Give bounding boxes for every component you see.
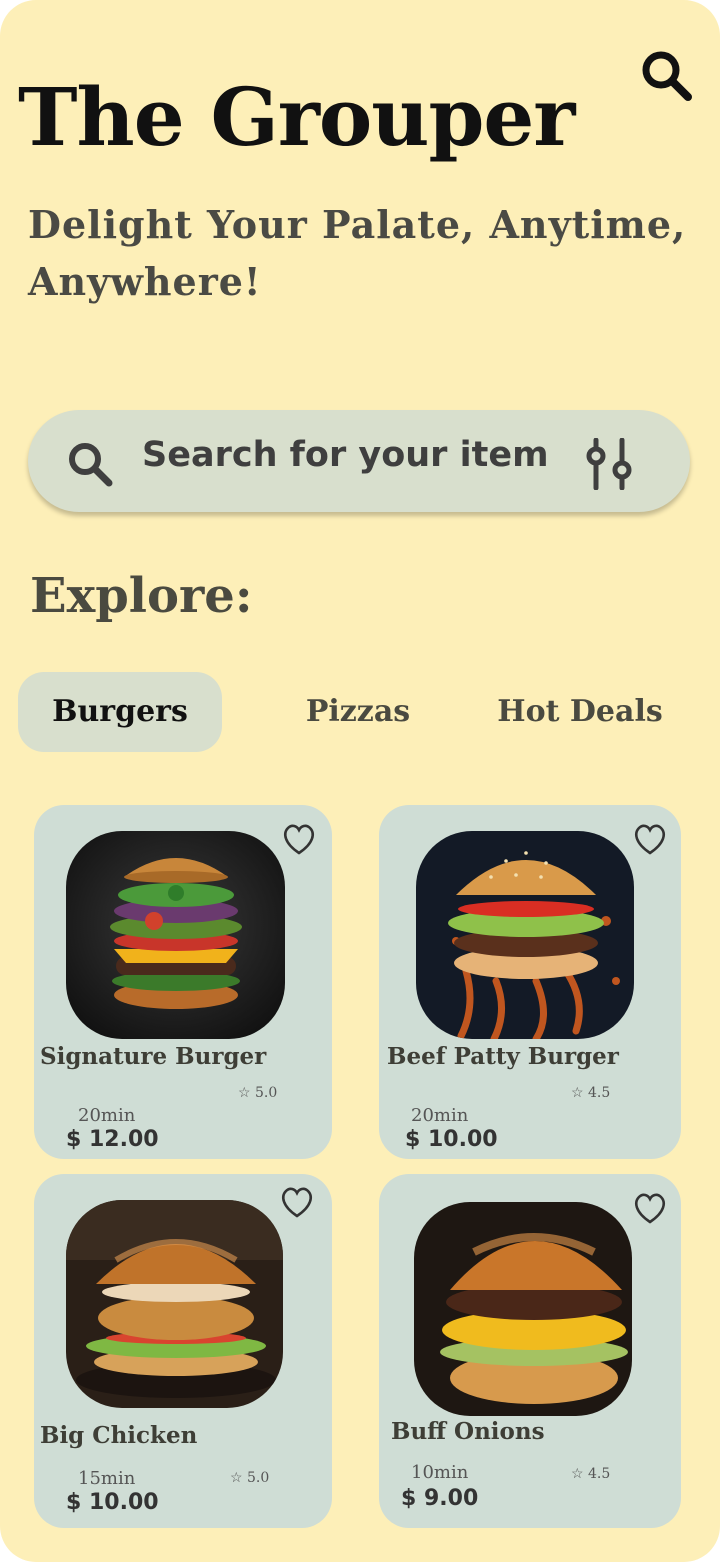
app-screen: The Grouper Delight Your Palate, Anytime… (0, 0, 720, 1562)
rating: ☆ 5.0 (230, 1470, 269, 1486)
heart-icon[interactable] (631, 1190, 669, 1226)
heart-icon[interactable] (631, 821, 669, 857)
rating: ☆ 4.5 (571, 1085, 610, 1101)
search-bar[interactable]: Search for your item (28, 410, 690, 512)
rating-value: 4.5 (588, 1085, 611, 1101)
price: $ 10.00 (66, 1490, 159, 1515)
star-icon: ☆ (571, 1085, 584, 1101)
rating: ☆ 5.0 (238, 1085, 277, 1101)
delivery-time: 20min (411, 1105, 469, 1126)
heart-icon[interactable] (280, 821, 318, 857)
search-icon (69, 443, 113, 487)
search-input[interactable]: Search for your item (142, 430, 549, 480)
food-card-beef-patty-burger[interactable]: Beef Patty Burger ☆ 4.5 20min $ 10.00 (379, 805, 681, 1159)
filter-sliders-icon[interactable] (582, 438, 638, 490)
rating-value: 5.0 (255, 1085, 278, 1101)
star-icon: ☆ (571, 1466, 584, 1482)
food-image (416, 831, 634, 1039)
tab-hot-deals[interactable]: Hot Deals (494, 672, 666, 752)
rating-value: 5.0 (247, 1470, 270, 1486)
food-card-big-chicken[interactable]: Big Chicken ☆ 5.0 15min $ 10.00 (34, 1174, 332, 1528)
delivery-time: 15min (78, 1468, 136, 1489)
food-card-buff-onions[interactable]: Buff Onions ☆ 4.5 10min $ 9.00 (379, 1174, 681, 1528)
price: $ 10.00 (405, 1127, 498, 1152)
delivery-time: 10min (411, 1462, 469, 1483)
price: $ 12.00 (66, 1127, 159, 1152)
food-name: Buff Onions (391, 1418, 545, 1445)
tab-pizzas[interactable]: Pizzas (290, 672, 426, 752)
search-icon[interactable] (636, 46, 696, 106)
food-name: Signature Burger (40, 1043, 267, 1070)
price: $ 9.00 (401, 1486, 479, 1511)
app-tagline: Delight Your Palate, Anytime, Anywhere! (28, 202, 687, 304)
heart-icon[interactable] (278, 1184, 316, 1220)
rating: ☆ 4.5 (571, 1466, 610, 1482)
star-icon: ☆ (238, 1085, 251, 1101)
food-name: Big Chicken (40, 1422, 198, 1449)
food-image (66, 831, 285, 1039)
food-image (66, 1200, 283, 1408)
food-image (414, 1202, 632, 1416)
food-name: Beef Patty Burger (387, 1043, 619, 1070)
star-icon: ☆ (230, 1470, 243, 1486)
tab-burgers[interactable]: Burgers (18, 672, 222, 752)
explore-heading: Explore: (30, 568, 253, 624)
app-title: The Grouper (18, 70, 575, 164)
delivery-time: 20min (78, 1105, 136, 1126)
rating-value: 4.5 (588, 1466, 611, 1482)
food-card-signature-burger[interactable]: Signature Burger ☆ 5.0 20min $ 12.00 (34, 805, 332, 1159)
